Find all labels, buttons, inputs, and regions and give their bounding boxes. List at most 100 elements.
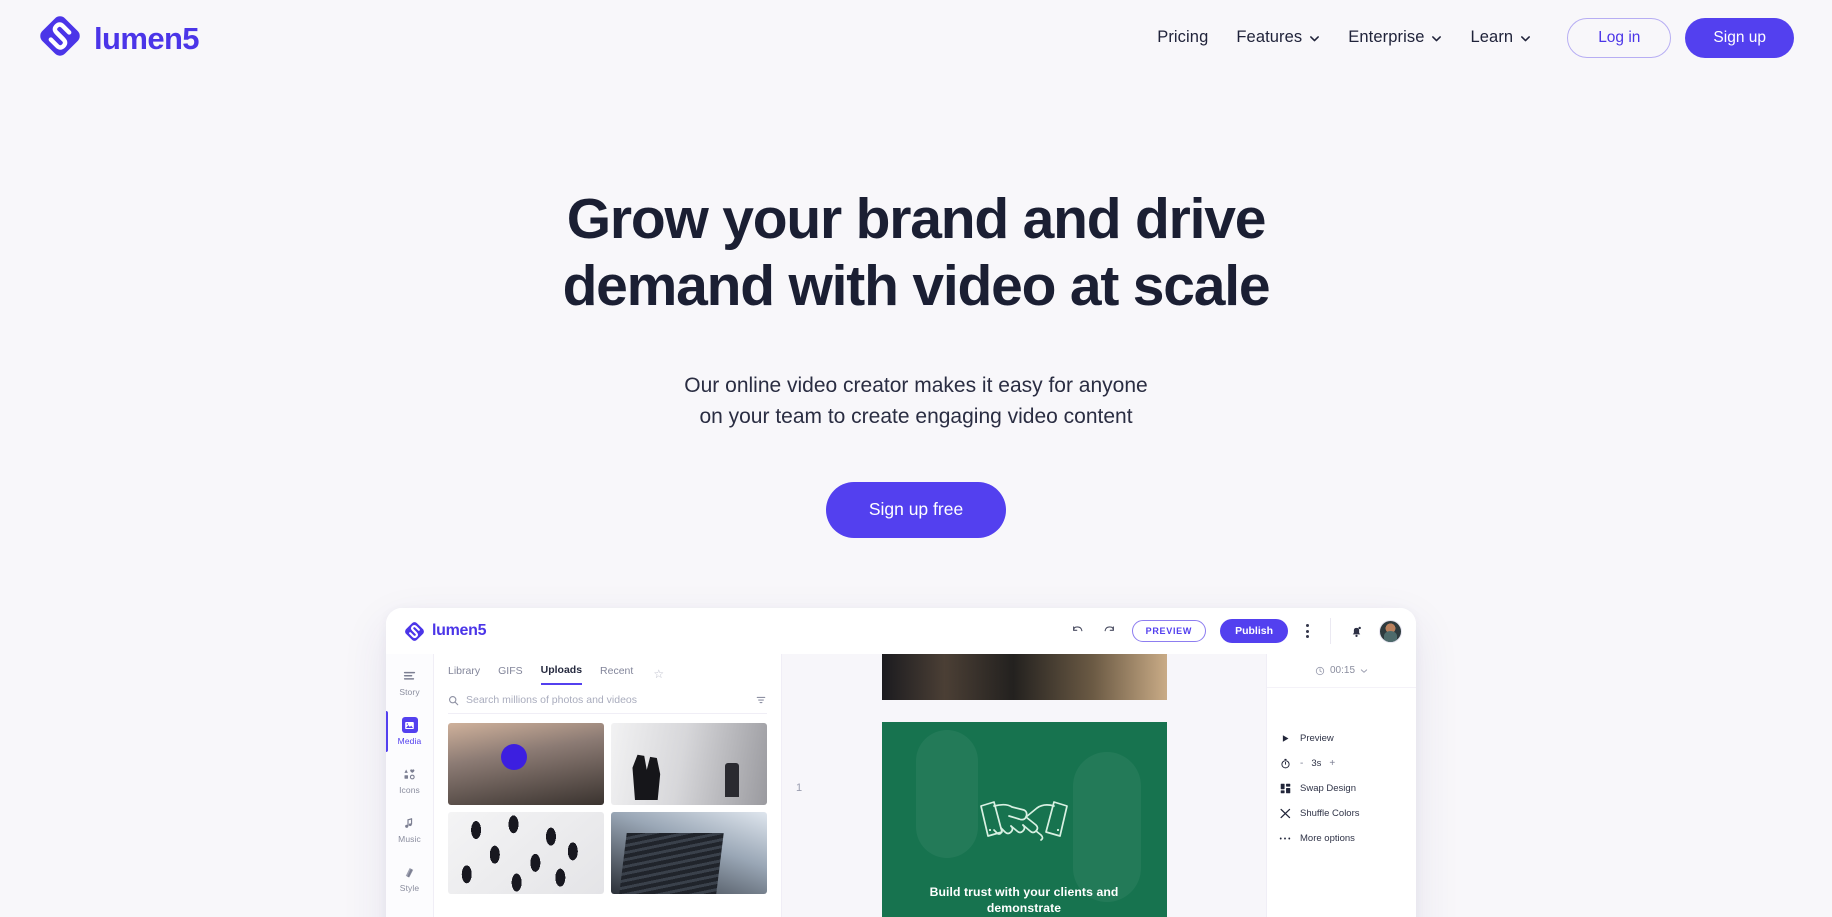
media-thumbnail[interactable] [611,723,767,805]
option-more-options[interactable]: More options [1279,826,1416,851]
app-preview-mockup: lumen5 PREVIEW Publish Story Media Icons… [386,608,1416,917]
option-label-shuffle-colors: Shuffle Colors [1300,808,1360,819]
option-shuffle-colors[interactable]: Shuffle Colors [1279,801,1416,826]
login-button[interactable]: Log in [1567,18,1672,58]
hero-subtitle: Our online video creator makes it easy f… [0,371,1832,432]
bell-icon[interactable] [1348,623,1365,640]
mockup-toolbar: lumen5 PREVIEW Publish [386,608,1416,654]
tab-uploads[interactable]: Uploads [540,664,583,685]
media-thumbnail[interactable] [448,812,604,894]
duration-stepper: - 3s + [1300,758,1335,769]
nav-label-enterprise: Enterprise [1348,28,1425,47]
option-label-preview: Preview [1300,733,1334,744]
kebab-menu-icon[interactable] [1302,624,1313,638]
brand-name: lumen5 [94,20,200,56]
mockup-toolbar-actions: PREVIEW Publish [1070,618,1402,644]
option-swap-design[interactable]: Swap Design [1279,776,1416,801]
toolbar-divider [1330,618,1331,644]
nav-label-learn: Learn [1470,28,1514,47]
nav-item-learn[interactable]: Learn [1456,19,1545,56]
chevron-down-icon [1521,36,1531,42]
redo-arrow-icon[interactable] [1101,623,1118,640]
hero-cta-wrapper: Sign up free [0,482,1832,538]
page-title: Grow your brand and drive demand with vi… [506,186,1326,319]
nav-item-pricing[interactable]: Pricing [1143,19,1222,56]
duration-increase-button[interactable]: + [1329,758,1335,769]
mockup-brand-logo[interactable]: lumen5 [404,621,487,642]
sidebar-label-icons: Icons [399,785,420,795]
search-icon [449,695,459,705]
sidebar-label-story: Story [399,687,420,697]
previous-slide-strip[interactable] [881,654,1167,700]
media-tabs: Library GIFS Uploads Recent ☆ [434,654,781,686]
user-avatar[interactable] [1379,619,1402,643]
option-preview[interactable]: Preview [1279,726,1416,751]
hero-subtitle-line-2: on your team to create engaging video co… [699,404,1133,428]
brand-logo[interactable]: lumen5 [38,14,200,63]
chevron-down-icon [1310,36,1320,42]
sidebar-item-story[interactable]: Story [386,658,433,707]
tab-library[interactable]: Library [448,665,480,684]
mockup-sidebar-rail: Story Media Icons Music Style [386,654,434,917]
nav-label-features: Features [1236,28,1303,47]
icons-shapes-icon [402,766,418,782]
nav-label-pricing: Pricing [1157,28,1209,47]
sidebar-item-music[interactable]: Music [386,805,433,854]
story-lines-icon [402,668,418,684]
preview-button[interactable]: PREVIEW [1131,620,1207,642]
signup-button[interactable]: Sign up [1685,17,1794,59]
publish-button[interactable]: Publish [1220,619,1288,643]
tab-gifs[interactable]: GIFS [498,665,523,684]
slide-duration-display[interactable]: 00:15 [1267,654,1416,688]
play-icon [1279,734,1291,743]
nav-item-features[interactable]: Features [1222,19,1334,56]
duration-value: 3s [1311,758,1322,769]
style-palette-icon [402,864,418,880]
undo-arrow-icon[interactable] [1070,623,1087,640]
ellipsis-icon [1279,836,1291,841]
option-label-swap-design: Swap Design [1300,783,1356,794]
media-thumbnail[interactable] [611,812,767,894]
star-outline-icon[interactable]: ☆ [653,667,664,681]
hero-subtitle-line-1: Our online video creator makes it easy f… [684,374,1148,398]
hero-title-line-2: demand with video at scale [562,253,1271,318]
sidebar-item-media[interactable]: Media [386,707,433,756]
search-input[interactable] [466,694,748,706]
shuffle-icon [1279,808,1291,819]
chevron-down-icon [1432,36,1442,42]
chevron-down-icon [1360,668,1368,673]
filter-icon[interactable] [755,694,767,706]
sidebar-item-style[interactable]: Style [386,854,433,903]
timecode-value: 00:15 [1329,665,1356,676]
music-note-icon [402,815,418,831]
nav-actions: Log in Sign up [1567,17,1794,59]
media-image-icon [401,717,418,733]
current-slide[interactable]: Build trust with your clients and demons… [881,722,1167,917]
clock-icon [1315,666,1325,675]
mockup-brand-name: lumen5 [432,622,487,639]
media-thumbnail[interactable] [448,723,604,805]
sidebar-label-music: Music [398,834,421,844]
media-panel: Library GIFS Uploads Recent ☆ [434,654,782,917]
sidebar-label-style: Style [399,883,420,893]
sidebar-item-icons[interactable]: Icons [386,756,433,805]
stopwatch-icon [1279,758,1291,769]
editor-canvas: 1 Build trust with your clients and demo… [782,654,1266,917]
option-duration[interactable]: - 3s + [1279,751,1416,776]
tab-recent[interactable]: Recent [600,665,633,684]
sidebar-label-media: Media [397,736,422,746]
slide-options-panel: 00:15 Preview - 3s + Swap Design Shuffle… [1266,654,1416,917]
media-search-bar [448,694,767,714]
slide-caption-line-1: Build trust with your clients and demons… [929,885,1119,916]
handshake-icon [976,790,1072,857]
option-label-more-options: More options [1300,833,1355,844]
nav-item-enterprise[interactable]: Enterprise [1334,19,1456,56]
slide-number: 1 [796,782,803,794]
site-header: lumen5 Pricing Features Enterprise Learn… [0,0,1832,76]
slide-caption: Build trust with your clients and demons… [898,884,1151,917]
grid-layout-icon [1279,783,1291,794]
lumen5-diamond-logo [38,14,82,63]
slide-options-menu: Preview - 3s + Swap Design Shuffle Color… [1267,688,1416,851]
duration-decrease-button[interactable]: - [1300,758,1303,769]
signup-free-button[interactable]: Sign up free [825,482,1007,538]
